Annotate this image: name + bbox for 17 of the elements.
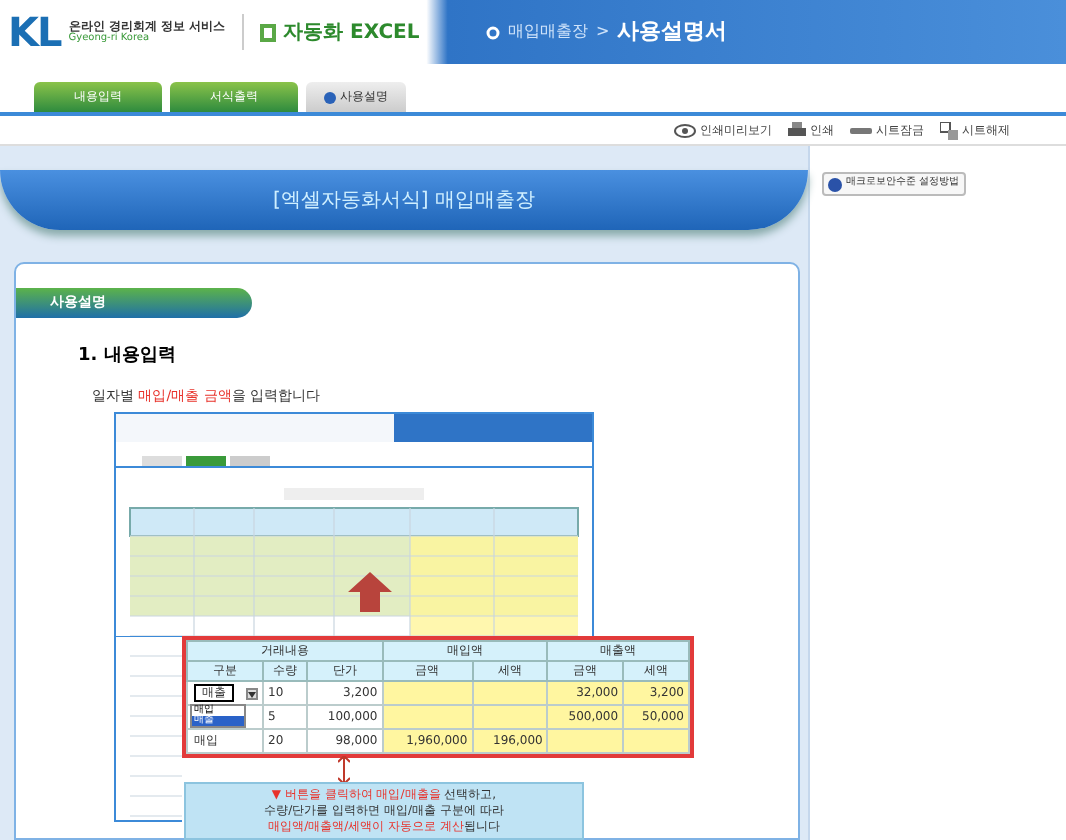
eye-icon	[674, 123, 696, 137]
breadcrumb-item: 사용설명서	[617, 15, 728, 48]
sheet-icon	[940, 121, 958, 139]
step-title: 1. 내용입력	[78, 344, 178, 370]
key-icon	[850, 125, 872, 135]
printer-icon	[788, 122, 806, 138]
banner-title: [엑셀자동화서식] 매입매출장	[273, 187, 535, 215]
connector-line	[338, 756, 350, 784]
circle-icon	[486, 25, 500, 39]
caret-icon	[248, 691, 256, 697]
spreadsheet-icon	[259, 23, 276, 41]
up-arrow-icon	[348, 572, 392, 612]
breadcrumb-item: 매입매출장	[508, 20, 588, 44]
product-name: 자동화 EXCEL	[283, 19, 420, 47]
logo: KL	[8, 12, 61, 52]
breadcrumb-item: >	[596, 20, 610, 44]
dropdown-button[interactable]	[246, 688, 258, 700]
